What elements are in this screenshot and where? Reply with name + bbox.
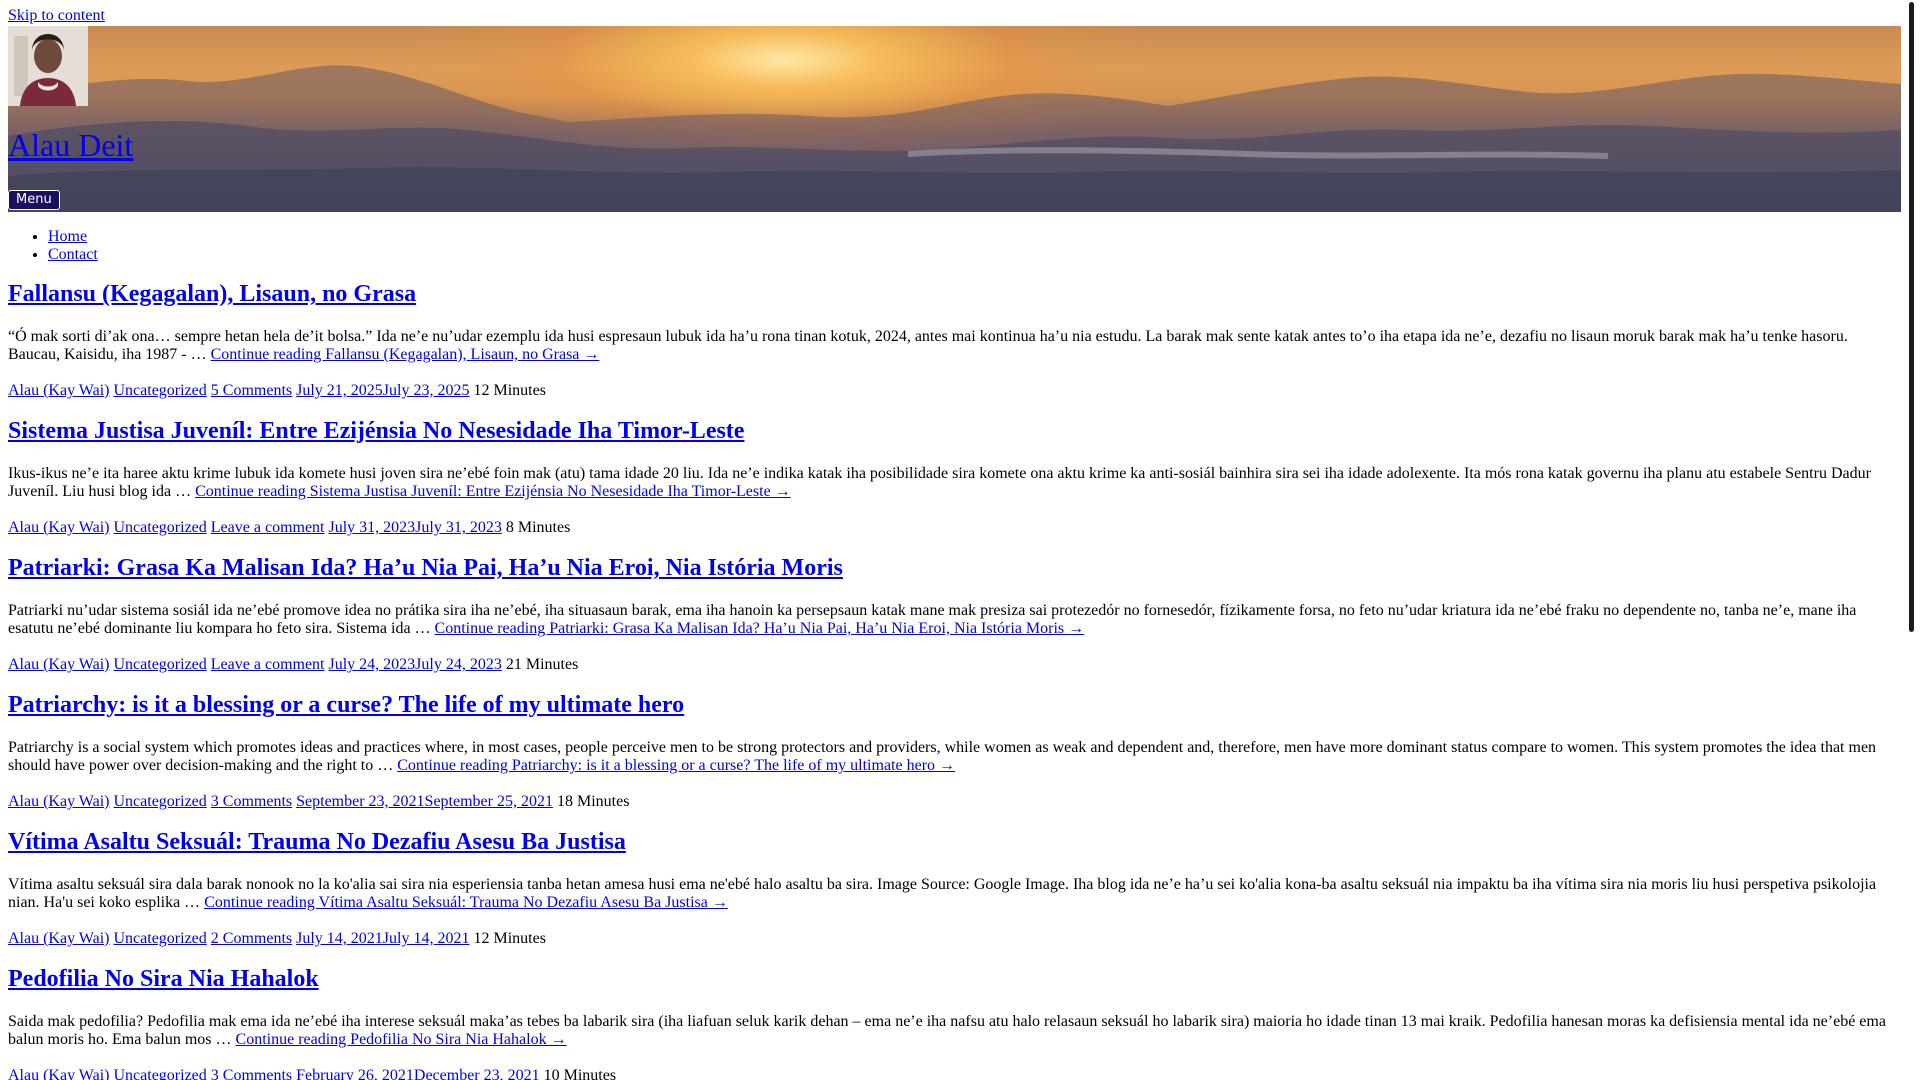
continue-reading-link[interactable]: Continue reading Patriarki: Grasa Ka Mal… xyxy=(435,620,1085,637)
post-title: Sistema Justisa Juveníl: Entre Ezijénsia… xyxy=(8,417,1901,445)
post-read-time: 10 Minutes xyxy=(543,1067,617,1080)
post-author-link[interactable]: Alau (Kay Wai) xyxy=(8,793,110,810)
menu-button[interactable]: Menu xyxy=(8,190,60,210)
post-meta: Alau (Kay Wai) Uncategorized Leave a com… xyxy=(8,656,578,674)
post-title-link[interactable]: Fallansu (Kegagalan), Lisaun, no Grasa xyxy=(8,281,416,307)
post-title-link[interactable]: Patriarki: Grasa Ka Malisan Ida? Ha’u Ni… xyxy=(8,555,843,581)
post-date-link[interactable]: July 14, 2021July 14, 2021 xyxy=(296,930,469,947)
continue-reading-link[interactable]: Continue reading Pedofilia No Sira Nia H… xyxy=(236,1031,567,1048)
post-date-link[interactable]: July 24, 2023July 24, 2023 xyxy=(329,656,502,673)
post-item: Sistema Justisa Juveníl: Entre Ezijénsia… xyxy=(8,417,1901,554)
post-title-link[interactable]: Vítima Asaltu Seksuál: Trauma No Dezafiu… xyxy=(8,829,626,855)
post-author-link[interactable]: Alau (Kay Wai) xyxy=(8,656,110,673)
post-comments-link[interactable]: 3 Comments xyxy=(211,1067,292,1080)
post-author-link[interactable]: Alau (Kay Wai) xyxy=(8,382,110,399)
post-meta: Alau (Kay Wai) Uncategorized 3 Comments … xyxy=(8,793,629,811)
post-meta: Alau (Kay Wai) Uncategorized 3 Comments … xyxy=(8,1067,616,1080)
post-date-link[interactable]: February 26, 2021December 23, 2021 xyxy=(296,1067,540,1080)
post-excerpt: Saida mak pedofilia? Pedofilia mak ema i… xyxy=(8,1013,1901,1049)
post-read-time: 12 Minutes xyxy=(473,930,546,947)
site-title-link[interactable]: Alau Deit xyxy=(8,127,133,163)
post-item: Vítima Asaltu Seksuál: Trauma No Dezafiu… xyxy=(8,828,1901,965)
post-date-link[interactable]: July 31, 2023July 31, 2023 xyxy=(329,519,502,536)
post-category-link[interactable]: Uncategorized xyxy=(114,382,207,399)
post-category-link[interactable]: Uncategorized xyxy=(114,930,207,947)
continue-reading-link[interactable]: Continue reading Fallansu (Kegagalan), L… xyxy=(211,346,600,363)
post-title: Pedofilia No Sira Nia Hahalok xyxy=(8,965,1901,993)
post-excerpt: Vítima asaltu seksuál sira dala barak no… xyxy=(8,876,1901,912)
site-title: Alau Deit xyxy=(8,126,133,164)
post-excerpt: Patriarchy is a social system which prom… xyxy=(8,739,1901,775)
post-excerpt: Patriarki nu’udar sistema sosiál ida ne’… xyxy=(8,602,1901,638)
post-category-link[interactable]: Uncategorized xyxy=(114,519,207,536)
nav-link-home[interactable]: Home xyxy=(48,228,87,245)
post-read-time: 12 Minutes xyxy=(473,382,546,399)
post-title-link[interactable]: Patriarchy: is it a blessing or a curse?… xyxy=(8,692,684,718)
post-read-time: 18 Minutes xyxy=(556,793,630,810)
post-excerpt: “Ó mak sorti di’ak ona… sempre hetan hel… xyxy=(8,328,1901,364)
header-landscape-image xyxy=(8,65,1901,212)
post-list: Fallansu (Kegagalan), Lisaun, no Grasa “… xyxy=(8,280,1901,1080)
post-item: Fallansu (Kegagalan), Lisaun, no Grasa “… xyxy=(8,280,1901,417)
person-icon xyxy=(8,26,88,106)
page-scrollbar[interactable] xyxy=(1903,0,1920,1080)
post-author-link[interactable]: Alau (Kay Wai) xyxy=(8,1067,110,1080)
post-title: Patriarchy: is it a blessing or a curse?… xyxy=(8,691,1901,719)
nav-link-contact[interactable]: Contact xyxy=(48,246,98,263)
post-author-link[interactable]: Alau (Kay Wai) xyxy=(8,519,110,536)
post-meta: Alau (Kay Wai) Uncategorized 2 Comments … xyxy=(8,930,546,948)
scrollbar-thumb[interactable] xyxy=(1909,2,1914,632)
post-comments-link[interactable]: 2 Comments xyxy=(211,930,292,947)
post-item: Patriarchy: is it a blessing or a curse?… xyxy=(8,691,1901,828)
post-date-link[interactable]: July 21, 2025July 23, 2025 xyxy=(296,382,469,399)
post-meta: Alau (Kay Wai) Uncategorized 5 Comments … xyxy=(8,382,546,400)
post-category-link[interactable]: Uncategorized xyxy=(114,793,207,810)
post-comments-link[interactable]: 3 Comments xyxy=(211,793,292,810)
post-read-time: 8 Minutes xyxy=(505,519,571,536)
continue-reading-link[interactable]: Continue reading Sistema Justisa Juveníl… xyxy=(195,483,791,500)
primary-navigation: Home Contact xyxy=(8,228,98,264)
continue-reading-link[interactable]: Continue reading Patriarchy: is it a ble… xyxy=(397,757,955,774)
post-item: Pedofilia No Sira Nia Hahalok Saida mak … xyxy=(8,965,1901,1080)
post-comments-link[interactable]: 5 Comments xyxy=(211,382,292,399)
post-excerpt: Ikus-ikus ne’e ita haree aktu krime lubu… xyxy=(8,465,1901,501)
post-title: Vítima Asaltu Seksuál: Trauma No Dezafiu… xyxy=(8,828,1901,856)
post-title: Fallansu (Kegagalan), Lisaun, no Grasa xyxy=(8,280,1901,308)
author-avatar[interactable] xyxy=(8,26,88,106)
post-comments-link[interactable]: Leave a comment xyxy=(211,656,325,673)
post-title-link[interactable]: Sistema Justisa Juveníl: Entre Ezijénsia… xyxy=(8,418,744,444)
skip-to-content-link[interactable]: Skip to content xyxy=(8,7,105,25)
continue-reading-link[interactable]: Continue reading Vítima Asaltu Seksuál: … xyxy=(204,894,728,911)
post-author-link[interactable]: Alau (Kay Wai) xyxy=(8,930,110,947)
nav-item-contact: Contact xyxy=(48,246,98,264)
post-title-link[interactable]: Pedofilia No Sira Nia Hahalok xyxy=(8,966,319,992)
site-header: Alau Deit Menu xyxy=(8,26,1901,212)
post-category-link[interactable]: Uncategorized xyxy=(114,1067,207,1080)
post-item: Patriarki: Grasa Ka Malisan Ida? Ha’u Ni… xyxy=(8,554,1901,691)
post-meta: Alau (Kay Wai) Uncategorized Leave a com… xyxy=(8,519,570,537)
nav-item-home: Home xyxy=(48,228,98,246)
post-read-time: 21 Minutes xyxy=(505,656,579,673)
post-title: Patriarki: Grasa Ka Malisan Ida? Ha’u Ni… xyxy=(8,554,1901,582)
post-date-link[interactable]: September 23, 2021September 25, 2021 xyxy=(296,793,553,810)
post-category-link[interactable]: Uncategorized xyxy=(114,656,207,673)
post-comments-link[interactable]: Leave a comment xyxy=(211,519,325,536)
